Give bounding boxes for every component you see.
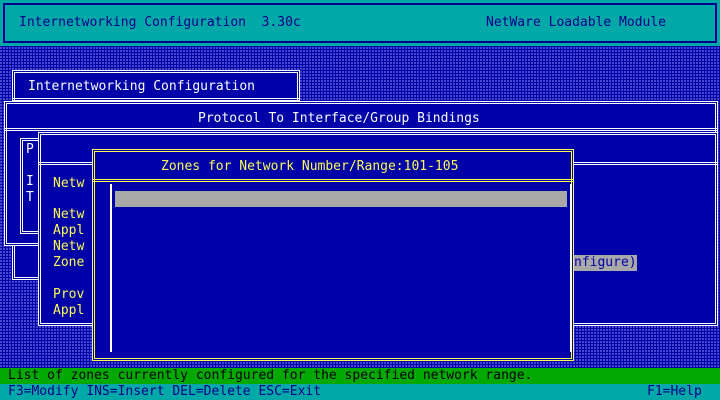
zones-list-frame <box>110 184 572 352</box>
module-label: NetWare Loadable Module <box>486 15 667 30</box>
main-config-title: Internetworking Configuration <box>28 79 255 94</box>
binding-field-label: Appl <box>53 303 85 318</box>
header-bar: Internetworking Configuration 3.30c NetW… <box>0 0 720 46</box>
bindings-list-item[interactable]: P <box>26 142 34 158</box>
binding-field-label: Netw <box>53 239 85 254</box>
zones-dialog-title-sep <box>92 179 574 182</box>
binding-field-label: Netw <box>53 176 85 191</box>
bindings-title: Protocol To Interface/Group Bindings <box>198 111 480 126</box>
zone-name: zxnet <box>130 207 170 222</box>
app-title: Internetworking Configuration 3.30c <box>19 15 301 30</box>
binding-field-label: Netw <box>53 207 85 222</box>
bindings-list-item[interactable]: T <box>26 190 34 206</box>
status-text: List of zones currently configured for t… <box>8 368 533 383</box>
help-key[interactable]: F1=Help <box>647 384 702 400</box>
bindings-list-item[interactable]: I <box>26 174 34 190</box>
bindings-title-sep <box>4 128 718 131</box>
binding-field-label: Prov <box>53 287 85 302</box>
configure-zones-field[interactable]: nfigure) <box>574 255 637 271</box>
key-help-bar: F3=Modify INS=Insert DEL=Delete ESC=Exit… <box>0 384 720 400</box>
zones-dialog-title: Zones for Network Number/Range:101-105 <box>161 159 459 174</box>
key-help-commands[interactable]: F3=Modify INS=Insert DEL=Delete ESC=Exit <box>8 384 321 400</box>
binding-field-label: Appl <box>53 223 85 238</box>
status-bar: List of zones currently configured for t… <box>0 368 720 384</box>
zone-list-item[interactable]: zxnet <box>115 191 567 222</box>
binding-field-label: Zone <box>53 255 85 270</box>
